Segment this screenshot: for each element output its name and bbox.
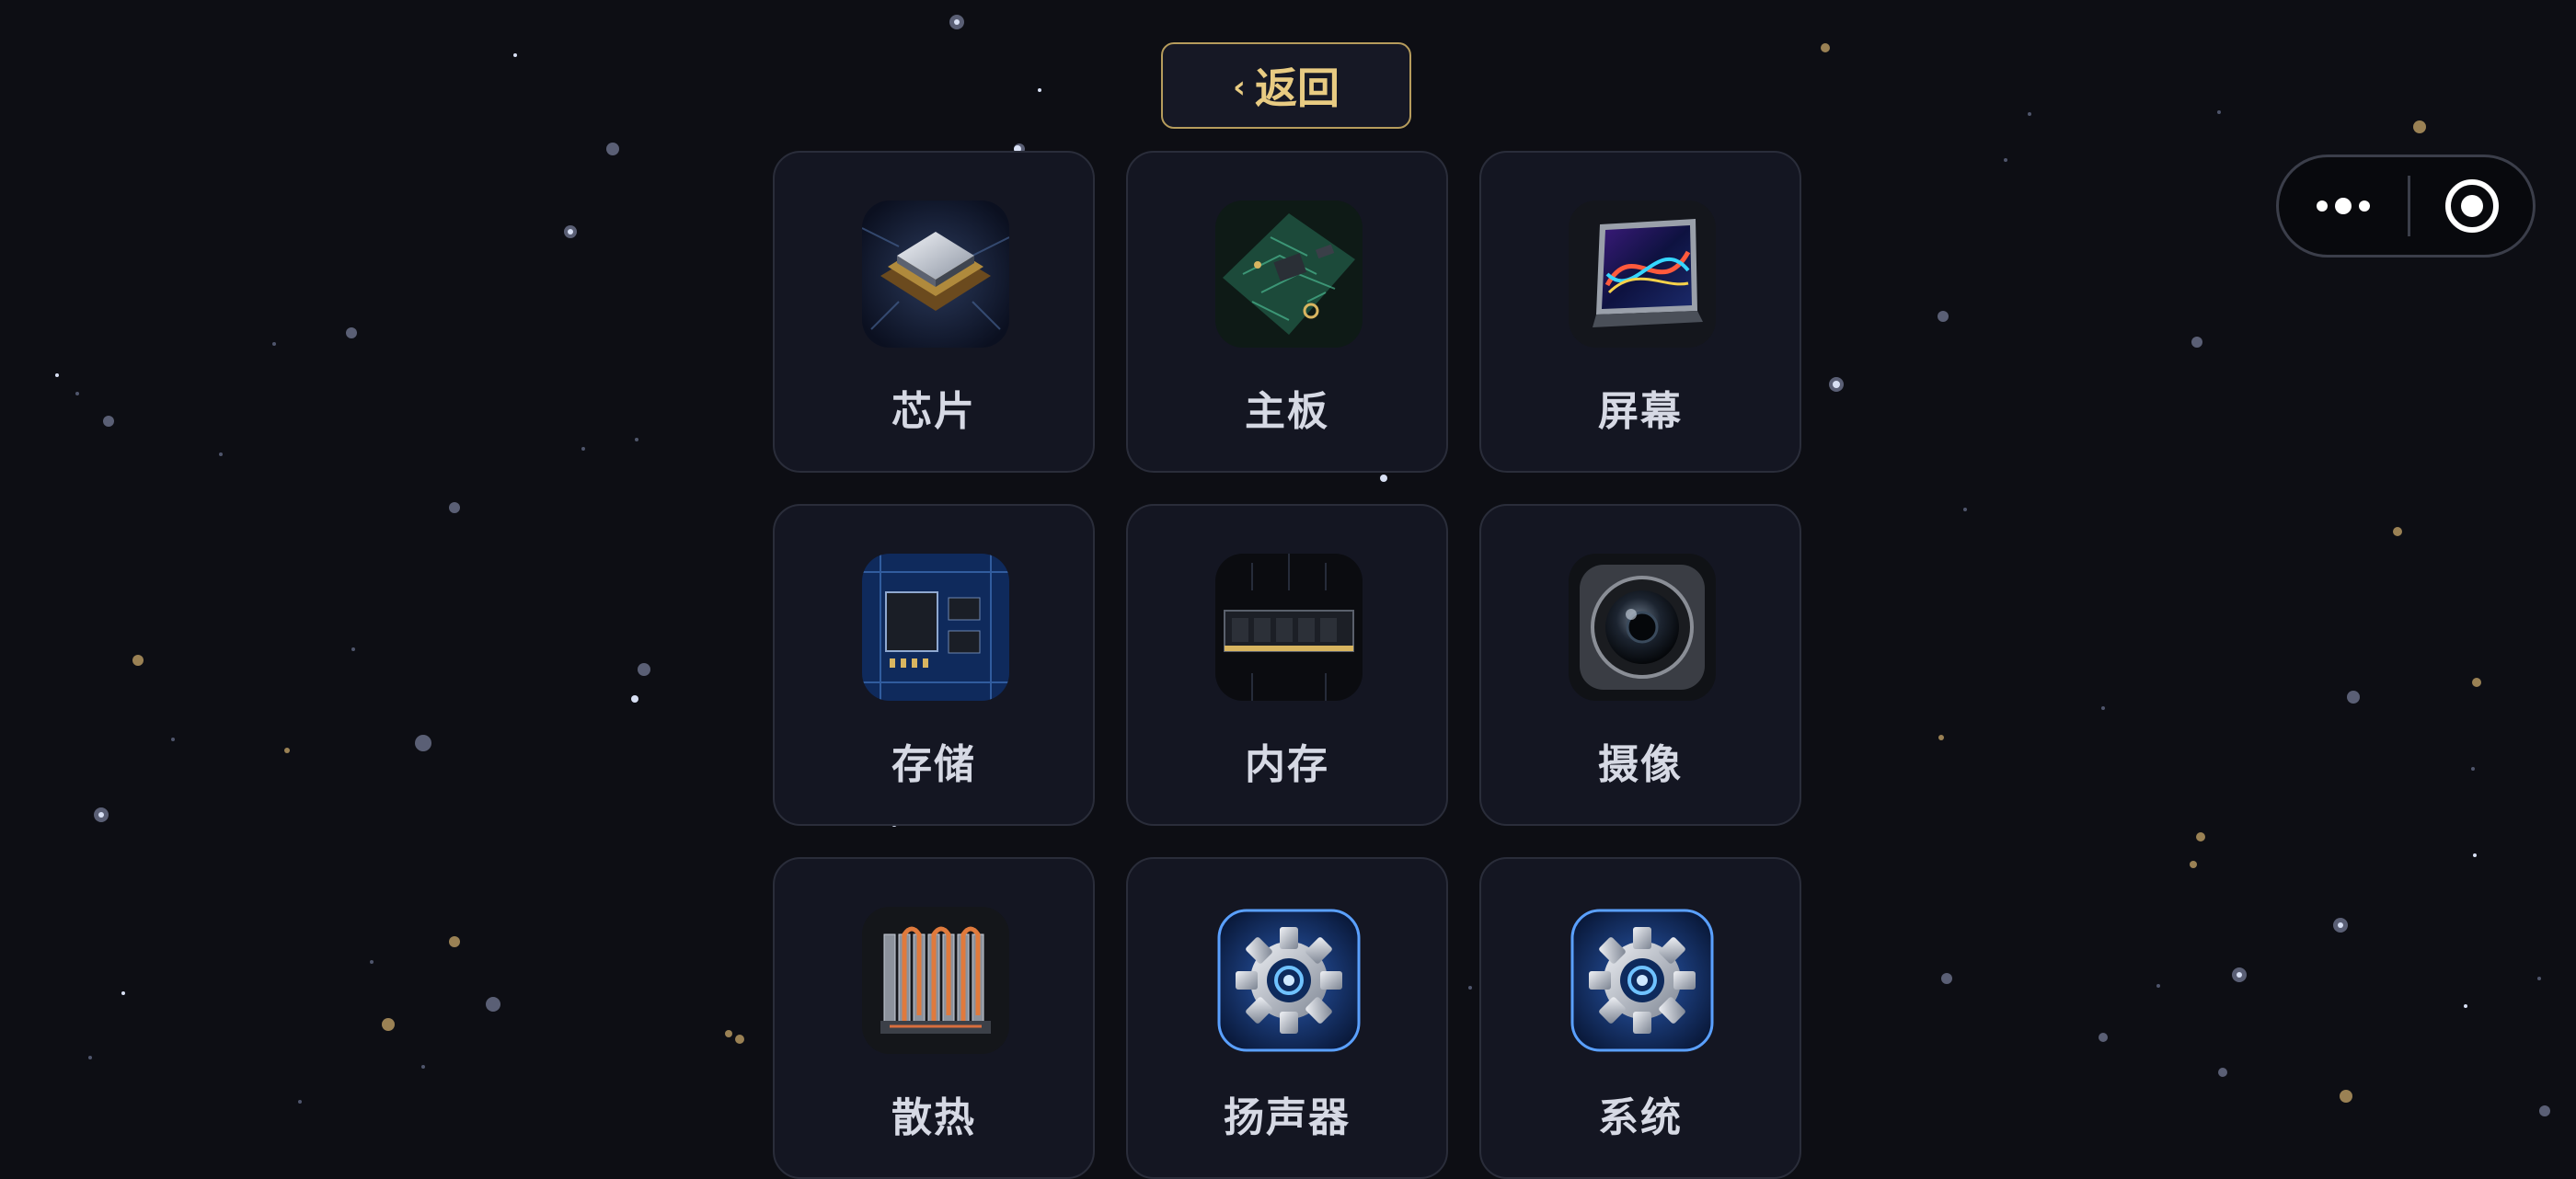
category-card-speaker[interactable]: 扬声器 [1126,857,1448,1179]
category-card-motherboard[interactable]: 主板 [1126,151,1448,473]
category-card-system[interactable]: 系统 [1479,857,1801,1179]
motherboard-icon [1215,200,1363,348]
memory-icon [1215,554,1363,701]
back-label: 返回 [1255,63,1340,113]
category-label: 散热 [891,1094,976,1141]
chip-icon [862,200,1009,348]
category-label: 屏幕 [1598,388,1683,435]
category-label: 主板 [1245,388,1329,435]
category-card-chip[interactable]: 芯片 [773,151,1095,473]
camera-icon [1569,554,1716,701]
speaker-gear-icon [1215,907,1363,1054]
category-label: 芯片 [891,388,976,435]
category-card-cooling[interactable]: 散热 [773,857,1095,1179]
system-gear-icon [1569,907,1716,1054]
category-label: 内存 [1245,741,1329,788]
category-card-camera[interactable]: 摄像 [1479,504,1801,826]
category-card-storage[interactable]: 存储 [773,504,1095,826]
back-button[interactable]: ‹ 返回 [1161,42,1411,129]
screen-icon [1569,200,1716,348]
storage-icon [862,554,1009,701]
chevron-left-icon: ‹ [1232,69,1246,106]
cooling-icon [862,907,1009,1054]
category-label: 摄像 [1598,741,1683,788]
miniprogram-capsule [2276,155,2536,258]
category-label: 系统 [1598,1094,1683,1141]
category-card-screen[interactable]: 屏幕 [1479,151,1801,473]
category-label: 存储 [891,741,976,788]
category-label: 扬声器 [1224,1094,1351,1141]
more-dots-icon[interactable] [2279,157,2408,255]
target-circle-icon[interactable] [2410,157,2533,255]
category-card-memory[interactable]: 内存 [1126,504,1448,826]
